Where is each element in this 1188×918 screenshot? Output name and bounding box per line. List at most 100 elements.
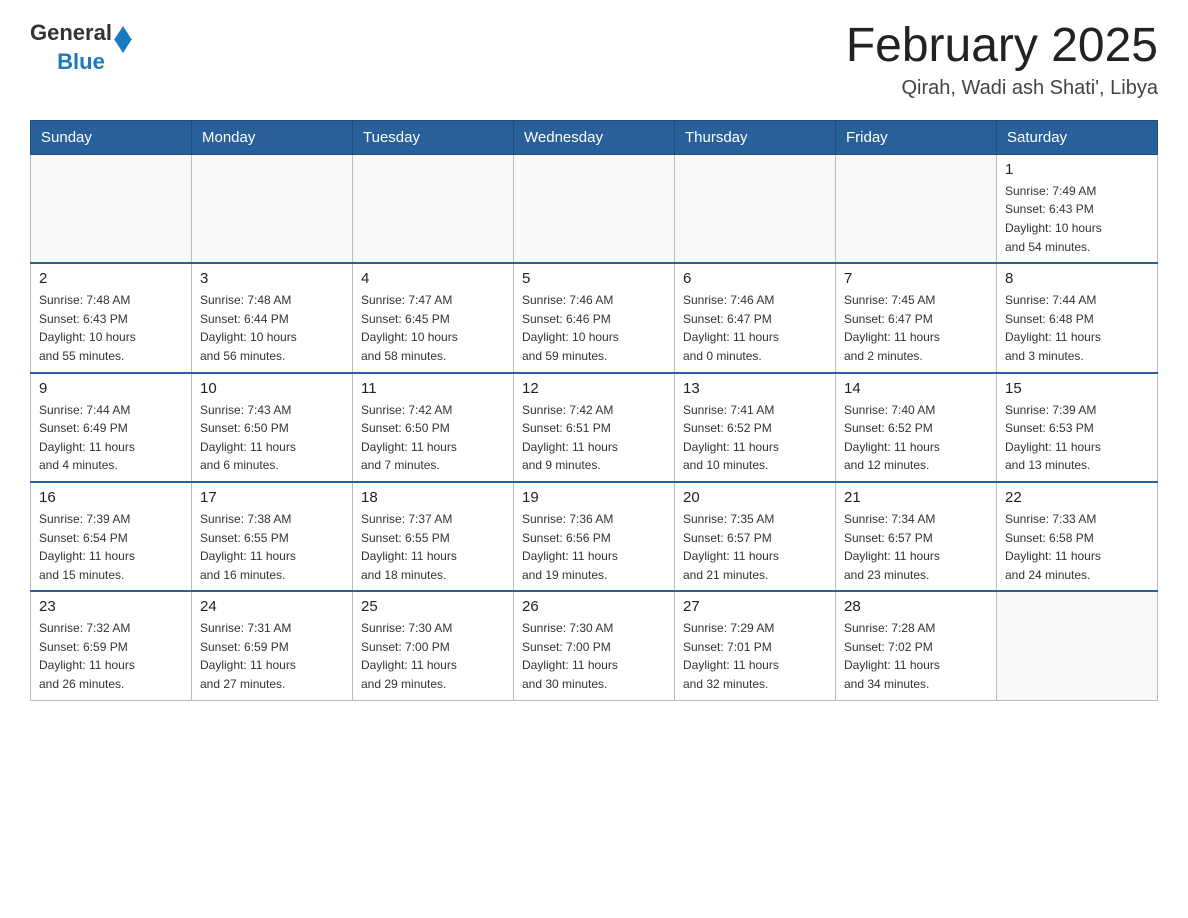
table-row: 9 Sunrise: 7:44 AM Sunset: 6:49 PM Daylig… [31,373,192,482]
day-info: Sunrise: 7:30 AM Sunset: 7:00 PM Dayligh… [361,619,505,693]
day-number: 25 [361,598,505,615]
table-row: 18 Sunrise: 7:37 AM Sunset: 6:55 PM Dayli… [353,482,514,591]
day-number: 6 [683,270,827,287]
table-row [353,154,514,263]
day-info: Sunrise: 7:30 AM Sunset: 7:00 PM Dayligh… [522,619,666,693]
day-number: 9 [39,380,183,397]
logo-icon: General Blue [30,20,132,75]
table-row: 21 Sunrise: 7:34 AM Sunset: 6:57 PM Dayli… [836,482,997,591]
day-number: 1 [1005,161,1149,178]
day-info: Sunrise: 7:41 AM Sunset: 6:52 PM Dayligh… [683,401,827,475]
table-row: 7 Sunrise: 7:45 AM Sunset: 6:47 PM Daylig… [836,263,997,372]
day-info: Sunrise: 7:39 AM Sunset: 6:54 PM Dayligh… [39,510,183,584]
day-number: 23 [39,598,183,615]
table-row: 22 Sunrise: 7:33 AM Sunset: 6:58 PM Dayli… [997,482,1158,591]
day-number: 7 [844,270,988,287]
day-info: Sunrise: 7:39 AM Sunset: 6:53 PM Dayligh… [1005,401,1149,475]
day-info: Sunrise: 7:44 AM Sunset: 6:48 PM Dayligh… [1005,291,1149,365]
logo-arrow-down [114,39,132,53]
day-info: Sunrise: 7:42 AM Sunset: 6:51 PM Dayligh… [522,401,666,475]
page-header: General Blue February 2025 Qirah, Wadi a… [30,20,1158,100]
calendar-table: Sunday Monday Tuesday Wednesday Thursday… [30,120,1158,701]
title-area: February 2025 Qirah, Wadi ash Shati', Li… [846,20,1158,100]
table-row: 10 Sunrise: 7:43 AM Sunset: 6:50 PM Dayli… [192,373,353,482]
day-number: 20 [683,489,827,506]
day-number: 14 [844,380,988,397]
col-thursday: Thursday [675,120,836,154]
day-info: Sunrise: 7:46 AM Sunset: 6:47 PM Dayligh… [683,291,827,365]
table-row [675,154,836,263]
table-row: 20Sunrise: 7:35 AM Sunset: 6:57 PM Dayli… [675,482,836,591]
day-info: Sunrise: 7:33 AM Sunset: 6:58 PM Dayligh… [1005,510,1149,584]
day-number: 13 [683,380,827,397]
day-number: 26 [522,598,666,615]
day-info: Sunrise: 7:46 AM Sunset: 6:46 PM Dayligh… [522,291,666,365]
day-number: 16 [39,489,183,506]
day-number: 10 [200,380,344,397]
table-row: 12 Sunrise: 7:42 AM Sunset: 6:51 PM Dayli… [514,373,675,482]
day-number: 4 [361,270,505,287]
table-row: 14 Sunrise: 7:40 AM Sunset: 6:52 PM Dayli… [836,373,997,482]
col-wednesday: Wednesday [514,120,675,154]
day-number: 27 [683,598,827,615]
table-row [31,154,192,263]
table-row: 28 Sunrise: 7:28 AM Sunset: 7:02 PM Dayli… [836,591,997,700]
table-row: 5 Sunrise: 7:46 AM Sunset: 6:46 PM Daylig… [514,263,675,372]
day-number: 8 [1005,270,1149,287]
table-row: 8 Sunrise: 7:44 AM Sunset: 6:48 PM Daylig… [997,263,1158,372]
table-row [836,154,997,263]
table-row: 3 Sunrise: 7:48 AM Sunset: 6:44 PM Daylig… [192,263,353,372]
day-number: 28 [844,598,988,615]
table-row: 11Sunrise: 7:42 AM Sunset: 6:50 PM Dayli… [353,373,514,482]
day-number: 22 [1005,489,1149,506]
table-row [514,154,675,263]
day-number: 5 [522,270,666,287]
day-info: Sunrise: 7:38 AM Sunset: 6:55 PM Dayligh… [200,510,344,584]
day-info: Sunrise: 7:40 AM Sunset: 6:52 PM Dayligh… [844,401,988,475]
day-info: Sunrise: 7:29 AM Sunset: 7:01 PM Dayligh… [683,619,827,693]
day-info: Sunrise: 7:32 AM Sunset: 6:59 PM Dayligh… [39,619,183,693]
table-row: 23 Sunrise: 7:32 AM Sunset: 6:59 PM Dayli… [31,591,192,700]
day-number: 2 [39,270,183,287]
day-info: Sunrise: 7:43 AM Sunset: 6:50 PM Dayligh… [200,401,344,475]
col-tuesday: Tuesday [353,120,514,154]
day-number: 19 [522,489,666,506]
table-row: 19 Sunrise: 7:36 AM Sunset: 6:56 PM Dayli… [514,482,675,591]
table-row: 24Sunrise: 7:31 AM Sunset: 6:59 PM Dayli… [192,591,353,700]
day-number: 15 [1005,380,1149,397]
table-row: 17 Sunrise: 7:38 AM Sunset: 6:55 PM Dayli… [192,482,353,591]
calendar-header-row: Sunday Monday Tuesday Wednesday Thursday… [31,120,1158,154]
location-title: Qirah, Wadi ash Shati', Libya [846,77,1158,100]
day-info: Sunrise: 7:49 AM Sunset: 6:43 PM Dayligh… [1005,182,1149,256]
logo-text-general: General [30,20,112,46]
logo-text-blue: Blue [57,49,105,75]
col-friday: Friday [836,120,997,154]
day-info: Sunrise: 7:44 AM Sunset: 6:49 PM Dayligh… [39,401,183,475]
day-info: Sunrise: 7:37 AM Sunset: 6:55 PM Dayligh… [361,510,505,584]
day-info: Sunrise: 7:45 AM Sunset: 6:47 PM Dayligh… [844,291,988,365]
day-info: Sunrise: 7:31 AM Sunset: 6:59 PM Dayligh… [200,619,344,693]
col-saturday: Saturday [997,120,1158,154]
day-number: 21 [844,489,988,506]
day-info: Sunrise: 7:34 AM Sunset: 6:57 PM Dayligh… [844,510,988,584]
day-info: Sunrise: 7:48 AM Sunset: 6:44 PM Dayligh… [200,291,344,365]
table-row: 4Sunrise: 7:47 AM Sunset: 6:45 PM Daylig… [353,263,514,372]
day-info: Sunrise: 7:36 AM Sunset: 6:56 PM Dayligh… [522,510,666,584]
logo: General Blue [30,20,132,75]
table-row: 26 Sunrise: 7:30 AM Sunset: 7:00 PM Dayli… [514,591,675,700]
day-number: 17 [200,489,344,506]
month-title: February 2025 [846,20,1158,73]
col-monday: Monday [192,120,353,154]
table-row: 2 Sunrise: 7:48 AM Sunset: 6:43 PM Daylig… [31,263,192,372]
day-number: 18 [361,489,505,506]
table-row: 6 Sunrise: 7:46 AM Sunset: 6:47 PM Daylig… [675,263,836,372]
table-row: 27 Sunrise: 7:29 AM Sunset: 7:01 PM Dayli… [675,591,836,700]
day-info: Sunrise: 7:28 AM Sunset: 7:02 PM Dayligh… [844,619,988,693]
day-info: Sunrise: 7:42 AM Sunset: 6:50 PM Dayligh… [361,401,505,475]
day-info: Sunrise: 7:48 AM Sunset: 6:43 PM Dayligh… [39,291,183,365]
col-sunday: Sunday [31,120,192,154]
table-row [192,154,353,263]
day-number: 12 [522,380,666,397]
table-row: 13 Sunrise: 7:41 AM Sunset: 6:52 PM Dayli… [675,373,836,482]
day-number: 3 [200,270,344,287]
